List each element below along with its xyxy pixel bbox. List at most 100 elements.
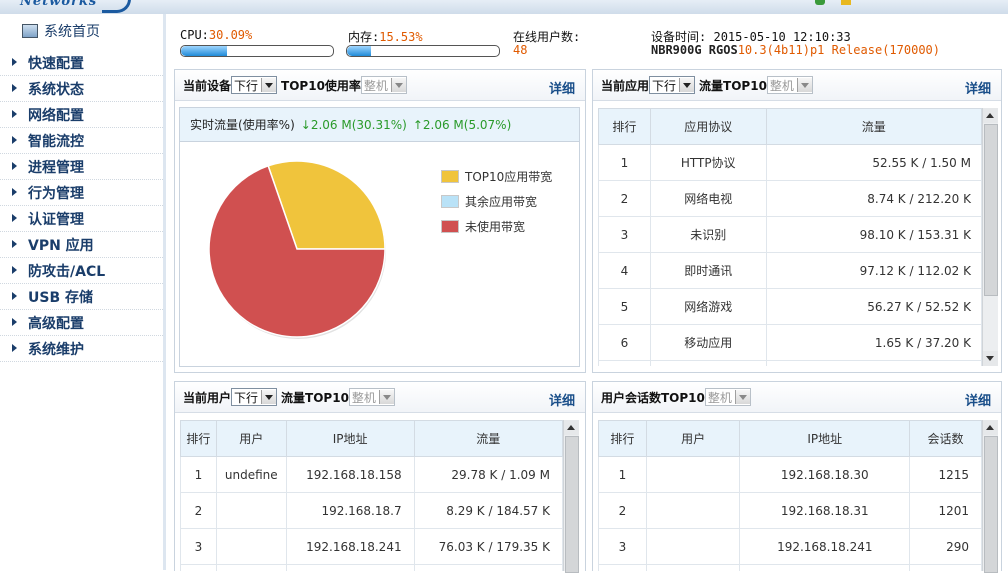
table-cell-count: 264: [909, 564, 982, 571]
table-cell-ip: 192.168.18.7: [285, 492, 415, 529]
table-cell-proto: 网络电视: [649, 180, 767, 217]
sidebar-item-label: 进程管理: [28, 159, 84, 176]
sidebar-item-label: 快速配置: [28, 55, 84, 72]
device-direction-value: 下行: [234, 78, 259, 93]
app-scope-select[interactable]: 整机: [766, 76, 813, 94]
legend-label: TOP10应用带宽: [465, 170, 553, 184]
sidebar-item[interactable]: 系统状态: [0, 76, 163, 102]
scroll-up-icon[interactable]: [983, 420, 998, 435]
app-scope-value: 整机: [769, 78, 794, 93]
sidebar-item-label: 高级配置: [28, 315, 84, 332]
sidebar-item[interactable]: 防攻击/ACL: [0, 258, 163, 284]
device-direction-select[interactable]: 下行: [231, 76, 278, 94]
table-cell-rank: 7: [598, 360, 651, 366]
table-cell-flow: 98.10 K / 153.31 K: [765, 216, 982, 253]
table-row: 4 即时通讯 97.12 K / 112.02 K: [598, 252, 982, 289]
top-banner: Networks: [0, 0, 1008, 14]
sidebar-item-label: 智能流控: [28, 133, 84, 150]
cpu-label: CPU:: [180, 28, 209, 42]
table-cell-flow: 97.12 K / 112.02 K: [765, 252, 982, 289]
column-header: 流量: [413, 420, 563, 457]
sidebar-item-label: 行为管理: [28, 185, 84, 202]
table-cell-rank: 2: [180, 492, 217, 529]
scroll-thumb[interactable]: [565, 436, 579, 573]
scroll-thumb[interactable]: [984, 436, 998, 573]
app-detail-link[interactable]: 详细: [965, 78, 991, 97]
column-header: 排行: [180, 420, 217, 457]
table-cell-user: [215, 564, 287, 571]
table-cell-rank: 4: [180, 564, 217, 571]
sidebar-item[interactable]: 智能流控: [0, 128, 163, 154]
chart-header: 实时流量(使用率%) ↓2.06 M(30.31%) ↑2.06 M(5.07%…: [180, 108, 579, 142]
app-traffic-table: 排行 应用协议 流量 1 HTTP协议 52.55 K / 1.50 M 2 网络电视 8.7…: [598, 108, 982, 366]
app-direction-select[interactable]: 下行: [649, 76, 696, 94]
sidebar-item[interactable]: USB 存储: [0, 284, 163, 310]
table-cell-flow: 8.29 K / 184.57 K: [413, 492, 563, 529]
sidebar-item-label: VPN 应用: [28, 237, 94, 254]
table-row: 1 192.168.18.30 1215: [598, 456, 982, 493]
session-scope-select[interactable]: 整机: [704, 388, 751, 406]
device-time-value: 2015-05-10 12:10:33: [713, 30, 851, 44]
table-cell-ip: 192.168.18.58: [739, 564, 911, 571]
device-detail-link[interactable]: 详细: [549, 78, 575, 97]
app-table-scrollbar[interactable]: [982, 108, 998, 366]
legend-item: 其余应用带宽: [441, 193, 537, 210]
table-cell-flow: 8.74 K / 212.20 K: [765, 180, 982, 217]
scroll-down-icon[interactable]: [983, 351, 998, 366]
table-cell-rank: 3: [598, 528, 647, 565]
table-cell-flow: 3.44 K / 5.09 K: [765, 360, 982, 366]
user-detail-link[interactable]: 详细: [549, 390, 575, 409]
app-table-wrap: 排行 应用协议 流量 1 HTTP协议 52.55 K / 1.50 M 2 网络电视 8.7…: [598, 108, 982, 366]
column-header: 用户: [645, 420, 741, 457]
table-cell-rank: 3: [598, 216, 651, 253]
table-cell-user: [215, 528, 287, 565]
sidebar-item[interactable]: 高级配置: [0, 310, 163, 336]
user-direction-select[interactable]: 下行: [231, 388, 278, 406]
user-table-wrap: 排行 用户 IP地址 流量 1 undefine 192.168.18.158 29.78 …: [180, 420, 563, 571]
device-scope-select[interactable]: 整机: [360, 76, 407, 94]
sidebar-item[interactable]: 系统维护: [0, 336, 163, 362]
folder-icon[interactable]: [841, 0, 851, 5]
chevron-down-icon: [734, 390, 750, 404]
sidebar-item[interactable]: 认证管理: [0, 206, 163, 232]
online-users-value: 48: [513, 43, 528, 57]
scroll-up-icon[interactable]: [564, 420, 579, 435]
table-header-row: 排行 用户 IP地址 流量: [180, 420, 563, 457]
column-header: 排行: [598, 108, 651, 145]
session-detail-link[interactable]: 详细: [965, 390, 991, 409]
table-cell-ip: 192.168.18.241: [285, 528, 415, 565]
legend-item: TOP10应用带宽: [441, 168, 552, 185]
user-table-scrollbar[interactable]: [563, 420, 579, 573]
bandwidth-pie-chart: [208, 160, 386, 339]
sidebar: 系统首页 快速配置系统状态 网络配置智能流控进程管理行为管理认证管理 VPN 应用防…: [0, 14, 163, 570]
sidebar-item[interactable]: 进程管理: [0, 154, 163, 180]
user-scope-select[interactable]: 整机: [348, 388, 395, 406]
legend-item: 未使用带宽: [441, 218, 525, 235]
session-panel-title: 用户会话数TOP10: [601, 390, 705, 405]
memory-progress-fill: [347, 46, 371, 56]
table-cell-rank: 4: [598, 564, 647, 571]
device-panel-header: 当前设备 下行 TOP10使用率 整机 详细: [175, 70, 585, 101]
sidebar-item[interactable]: 行为管理: [0, 180, 163, 206]
table-row: 4 192.168.18.58264: [598, 564, 982, 571]
table-cell-user: [645, 456, 741, 493]
refresh-icon[interactable]: [815, 0, 825, 5]
table-cell-count: 1215: [909, 456, 982, 493]
table-cell-rank: 4: [598, 252, 651, 289]
table-row: 6 移动应用 1.65 K / 37.20 K: [598, 324, 982, 361]
scroll-thumb[interactable]: [984, 124, 998, 296]
column-header: 会话数: [909, 420, 982, 457]
legend-swatch: [441, 195, 459, 208]
sidebar-item-home[interactable]: 系统首页: [22, 22, 100, 40]
app-panel-header: 当前应用 下行 流量TOP10 整机 详细: [593, 70, 1001, 101]
table-cell-proto: 即时通讯: [649, 252, 767, 289]
sidebar-item[interactable]: VPN 应用: [0, 232, 163, 258]
table-header-row: 排行 应用协议 流量: [598, 108, 982, 145]
column-header: IP地址: [285, 420, 415, 457]
chevron-right-icon: [12, 188, 17, 196]
sidebar-item[interactable]: 网络配置: [0, 102, 163, 128]
session-table-scrollbar[interactable]: [982, 420, 998, 573]
sidebar-item[interactable]: 快速配置: [0, 50, 163, 76]
scroll-up-icon[interactable]: [983, 108, 998, 123]
table-cell-user: [645, 564, 741, 571]
